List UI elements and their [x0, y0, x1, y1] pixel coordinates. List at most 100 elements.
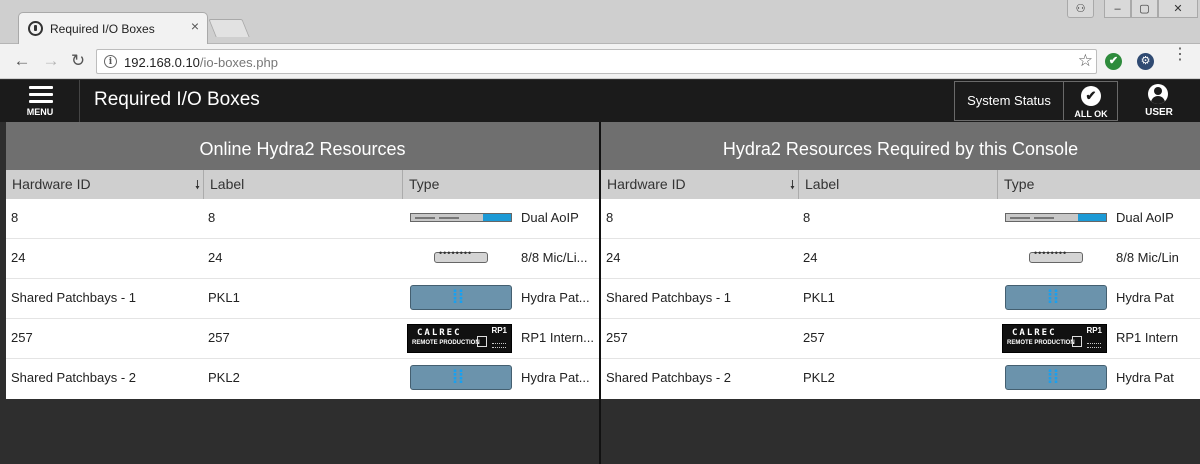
user-label: USER — [1145, 107, 1173, 118]
app-header: MENU Required I/O Boxes System Status ✔ … — [0, 80, 1200, 122]
column-header-row: Hardware ID 🠗 Label Type — [601, 170, 1200, 199]
dual-aoip-device-icon — [1002, 199, 1108, 239]
browser-tab-strip: Required I/O Boxes × ⚇ – ▢ ✕ — [0, 0, 1200, 44]
table-row[interactable]: 24 24 8/8 Mic/Lin — [601, 239, 1200, 279]
back-arrow-icon[interactable]: ← — [12, 51, 32, 71]
label-cell: PKL2 — [208, 370, 240, 385]
all-ok-label: ALL OK — [1074, 109, 1108, 119]
maximize-button[interactable]: ▢ — [1131, 0, 1158, 18]
reload-icon[interactable]: ↻ — [68, 51, 88, 71]
system-status-button[interactable]: System Status — [954, 81, 1064, 121]
column-header-hardware-id[interactable]: Hardware ID 🠗 — [6, 170, 204, 199]
page-title: Required I/O Boxes — [94, 89, 260, 110]
table-row[interactable]: Shared Patchbays - 1 PKL1 Hydra Pat — [601, 279, 1200, 319]
online-resources-panel: Online Hydra2 Resources Hardware ID 🠗 La… — [6, 122, 599, 464]
forward-arrow-icon[interactable]: → — [41, 51, 61, 71]
label-cell: PKL1 — [208, 290, 240, 305]
extension-check-icon[interactable]: ✔ — [1105, 53, 1122, 70]
url-host: 192.168.0.10 — [124, 55, 200, 70]
panel-title: Hydra2 Resources Required by this Consol… — [601, 122, 1200, 170]
minimize-button[interactable]: – — [1104, 0, 1131, 18]
table-row[interactable]: 257 257 CALREC REMOTE PRODUCTION RP1 RP1… — [6, 319, 599, 359]
sort-down-icon[interactable]: 🠗 — [790, 171, 795, 200]
type-cell: Hydra Pat... — [521, 370, 590, 385]
hardware-id-cell: Shared Patchbays - 1 — [606, 290, 732, 305]
resource-table-body: 8 8 Dual AoIP 24 24 8/8 Mic/Li... Shared… — [6, 199, 599, 399]
column-header-type[interactable]: Type — [998, 170, 1200, 199]
table-row[interactable]: 8 8 Dual AoIP — [6, 199, 599, 239]
window-controls: ⚇ – ▢ ✕ — [1067, 0, 1198, 18]
column-label: Hardware ID — [12, 176, 91, 192]
close-window-button[interactable]: ✕ — [1158, 0, 1198, 18]
browser-toolbar: ← → ↻ i 192.168.0.10/io-boxes.php ☆ — [0, 44, 1200, 79]
hardware-id-cell: 257 — [606, 330, 628, 345]
hardware-id-cell: Shared Patchbays - 1 — [11, 290, 137, 305]
new-tab-button[interactable] — [208, 19, 250, 37]
user-button[interactable]: USER — [1118, 80, 1200, 122]
hardware-id-cell: 257 — [11, 330, 33, 345]
tab-title: Required I/O Boxes — [50, 22, 155, 36]
rp1-sub-text: REMOTE PRODUCTION — [412, 340, 480, 346]
patchbay-device-icon — [407, 359, 513, 399]
rp1-tag-text: RP1 — [491, 326, 507, 335]
type-cell: Hydra Pat... — [521, 290, 590, 305]
table-row[interactable]: Shared Patchbays - 1 PKL1 Hydra Pat... — [6, 279, 599, 319]
column-label: Hardware ID — [607, 176, 686, 192]
label-cell: 24 — [803, 250, 818, 265]
hardware-id-cell: 8 — [11, 210, 19, 225]
menu-label: MENU — [26, 107, 54, 117]
resource-table-body: 8 8 Dual AoIP 24 24 8/8 Mic/Lin Shared P… — [601, 199, 1200, 399]
hardware-id-cell: Shared Patchbays - 2 — [11, 370, 137, 385]
menu-button[interactable]: MENU — [0, 80, 80, 122]
column-header-hardware-id[interactable]: Hardware ID 🠗 — [601, 170, 799, 199]
patchbay-device-icon — [1002, 359, 1108, 399]
url-text[interactable]: 192.168.0.10/io-boxes.php — [124, 55, 278, 70]
type-cell: 8/8 Mic/Lin — [1116, 250, 1179, 265]
column-header-row: Hardware ID 🠗 Label Type — [6, 170, 599, 199]
url-path: /io-boxes.php — [199, 55, 278, 70]
type-cell: Hydra Pat — [1116, 370, 1174, 385]
type-cell: Hydra Pat — [1116, 290, 1174, 305]
profile-icon[interactable]: ⚇ — [1067, 0, 1094, 18]
label-cell: 8 — [803, 210, 811, 225]
type-cell: Dual AoIP — [1116, 210, 1174, 225]
extension-gear-icon[interactable]: ⚙ — [1137, 53, 1154, 70]
table-row[interactable]: 257 257 CALREC REMOTE PRODUCTION RP1 RP1… — [601, 319, 1200, 359]
rp1-device-icon: CALREC REMOTE PRODUCTION RP1 — [407, 319, 513, 359]
table-row[interactable]: 24 24 8/8 Mic/Li... — [6, 239, 599, 279]
site-info-icon[interactable]: i — [104, 55, 117, 68]
browser-menu-icon[interactable]: ⋮ — [1172, 47, 1188, 63]
patchbay-device-icon — [407, 279, 513, 319]
label-cell: PKL2 — [803, 370, 835, 385]
hardware-id-cell: 8 — [606, 210, 614, 225]
label-cell: PKL1 — [803, 290, 835, 305]
user-icon — [1148, 84, 1168, 104]
table-row[interactable]: Shared Patchbays - 2 PKL2 Hydra Pat — [601, 359, 1200, 399]
type-cell: RP1 Intern... — [521, 330, 594, 345]
column-header-label[interactable]: Label — [799, 170, 998, 199]
column-header-label[interactable]: Label — [204, 170, 403, 199]
bookmark-star-icon[interactable]: ☆ — [1078, 51, 1093, 71]
required-resources-panel: Hydra2 Resources Required by this Consol… — [601, 122, 1200, 464]
table-row[interactable]: Shared Patchbays - 2 PKL2 Hydra Pat... — [6, 359, 599, 399]
browser-tab[interactable]: Required I/O Boxes × — [18, 12, 208, 44]
mic-line-device-icon — [1002, 239, 1108, 279]
dual-aoip-device-icon — [407, 199, 513, 239]
table-row[interactable]: 8 8 Dual AoIP — [601, 199, 1200, 239]
hardware-id-cell: Shared Patchbays - 2 — [606, 370, 732, 385]
rp1-brand-text: CALREC — [417, 328, 462, 338]
column-header-type[interactable]: Type — [403, 170, 599, 199]
type-cell: Dual AoIP — [521, 210, 579, 225]
panel-title: Online Hydra2 Resources — [6, 122, 599, 170]
mic-line-device-icon — [407, 239, 513, 279]
sort-down-icon[interactable]: 🠗 — [195, 171, 200, 200]
tab-close-icon[interactable]: × — [191, 18, 199, 34]
type-cell: 8/8 Mic/Li... — [521, 250, 588, 265]
label-cell: 257 — [208, 330, 230, 345]
rp1-sub-text: REMOTE PRODUCTION — [1007, 340, 1075, 346]
all-ok-button[interactable]: ✔ ALL OK — [1064, 81, 1118, 121]
type-cell: RP1 Intern — [1116, 330, 1179, 345]
hardware-id-cell: 24 — [606, 250, 621, 265]
rp1-brand-text: CALREC — [1012, 328, 1057, 338]
address-bar[interactable]: i 192.168.0.10/io-boxes.php ☆ — [96, 49, 1097, 74]
